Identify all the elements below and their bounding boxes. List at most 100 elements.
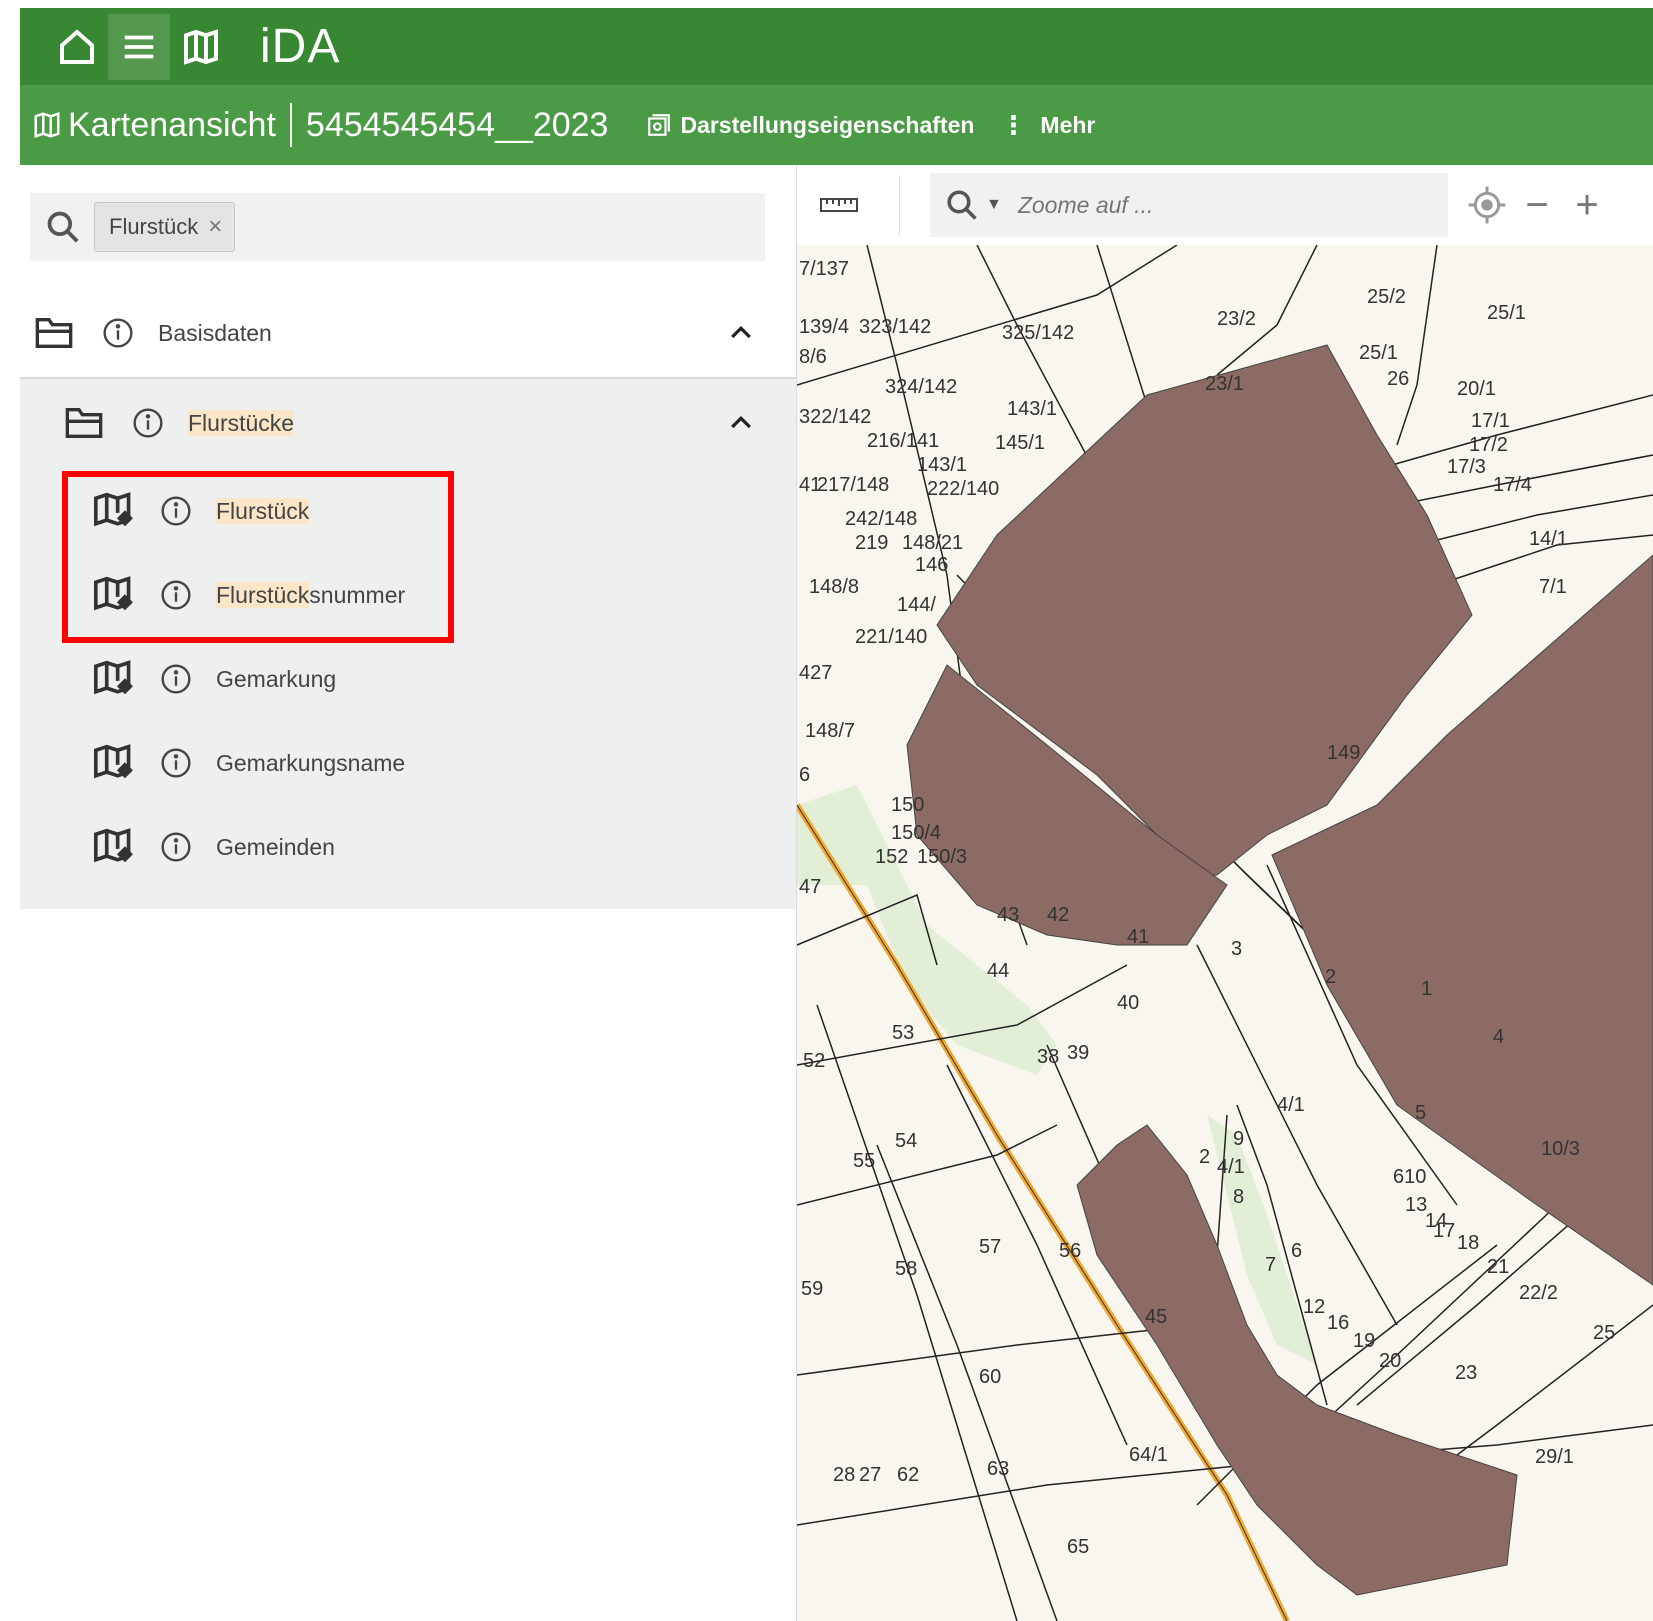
parcel-number-label: 6 <box>799 764 810 786</box>
menu-icon <box>124 35 154 58</box>
parcel-number-label: 16 <box>1327 1312 1349 1334</box>
folder-icon <box>34 316 74 350</box>
zoom-out-button[interactable]: − <box>1512 175 1562 235</box>
info-icon[interactable] <box>102 317 134 349</box>
display-properties-button[interactable]: Darstellungseigenschaften <box>646 112 974 139</box>
parcel-number-label: 219 <box>855 532 888 554</box>
parcel-number-label: 59 <box>801 1278 823 1300</box>
folder-icon <box>64 406 104 440</box>
parcel-number-label: 25/2 <box>1367 286 1406 308</box>
close-icon[interactable]: × <box>208 213 222 241</box>
locate-button[interactable] <box>1462 175 1512 235</box>
parcel-number-label: 6 <box>1291 1240 1302 1262</box>
parcel-number-label: 17/1 <box>1471 410 1510 432</box>
parcel-number-label: 7/137 <box>799 258 849 280</box>
ruler-icon <box>820 198 858 212</box>
map-layer-icon <box>92 827 136 867</box>
parcel-number-label: 25/1 <box>1359 342 1398 364</box>
more-button[interactable]: ⋮ Mehr <box>1000 110 1095 141</box>
tree-layer-item[interactable]: Gemarkungsname <box>20 719 796 807</box>
zoom-search[interactable]: ▼ <box>930 173 1448 237</box>
parcel-number-label: 41 <box>1127 926 1149 948</box>
parcel-number-label: 20/1 <box>1457 378 1496 400</box>
parcel-number-label: 28 <box>833 1464 855 1486</box>
zoom-in-button[interactable]: + <box>1562 175 1612 235</box>
parcel-number-label: 45 <box>1145 1306 1167 1328</box>
parcel-number-label: 29/1 <box>1535 1446 1574 1468</box>
tree-group-header[interactable]: Flurstücke <box>20 379 796 467</box>
parcel-number-label: 144/ <box>897 594 936 616</box>
parcel-number-label: 8 <box>1233 1186 1244 1208</box>
tree-layer-item[interactable]: Gemarkung <box>20 635 796 723</box>
map-view-breadcrumb[interactable]: Kartenansicht <box>32 106 276 145</box>
search-icon <box>947 190 977 220</box>
search-filter-chip[interactable]: Flurstück × <box>94 202 236 252</box>
parcel-number-label: 21 <box>1487 1256 1509 1278</box>
parcel-number-label: 57 <box>979 1236 1001 1258</box>
parcel-number-label: 216/141 <box>867 430 939 452</box>
divider <box>289 103 292 147</box>
parcel-number-label: 10/3 <box>1541 1138 1580 1160</box>
home-button[interactable] <box>46 14 108 80</box>
parcel-number-label: 55 <box>853 1150 875 1172</box>
divider <box>899 175 900 235</box>
tree-label: Flurstücke <box>188 409 295 436</box>
parcel-number-label: 150/3 <box>917 846 967 868</box>
parcel-number-label: 27 <box>859 1464 881 1486</box>
parcel-number-label: 221/140 <box>855 626 927 648</box>
layers-icon <box>648 114 671 136</box>
parcel-number-label: 63 <box>987 1458 1009 1480</box>
parcel-number-label: 148/8 <box>809 576 859 598</box>
more-dots-icon: ⋮ <box>1000 109 1027 140</box>
parcel-number-label: 4/1 <box>1277 1094 1305 1116</box>
map-button[interactable] <box>170 14 232 80</box>
zoom-search-input[interactable] <box>1015 190 1400 220</box>
chevron-up-icon[interactable] <box>726 317 756 347</box>
parcel-number-label: 20 <box>1379 1350 1401 1372</box>
parcel-number-label: 53 <box>892 1022 914 1044</box>
parcel-number-label: 4 <box>1493 1026 1504 1048</box>
chip-label: Flurstück <box>109 214 199 239</box>
parcel-number-label: 148/21 <box>902 532 963 554</box>
map-view[interactable]: ▼ − + <box>797 165 1653 1621</box>
parcel-number-label: 13 <box>1405 1194 1427 1216</box>
parcel-number-label: 152 <box>875 846 908 868</box>
parcel-number-label: 322/142 <box>799 406 871 428</box>
search-icon <box>47 211 79 243</box>
highlight-box <box>62 471 454 643</box>
info-icon[interactable] <box>160 747 192 779</box>
parcel-number-label: 43 <box>997 904 1019 926</box>
parcel-number-label: 54 <box>895 1130 917 1152</box>
app-header: iDA <box>20 8 1653 85</box>
project-name: 5454545454__2023 <box>305 105 609 144</box>
measure-button[interactable] <box>809 175 869 235</box>
menu-button[interactable] <box>108 13 170 80</box>
tree-layer-item[interactable]: Gemeinden <box>20 803 796 891</box>
chevron-up-icon[interactable] <box>726 407 756 437</box>
parcel-number-label: 44 <box>987 960 1009 982</box>
parcel-number-label: 9 <box>1233 1128 1244 1150</box>
parcel-number-label: 324/142 <box>885 376 957 398</box>
parcel-number-label: 143/1 <box>1007 398 1057 420</box>
map-canvas[interactable]: 7/137139/4 323/142 325/14223/225/225/18/63… <box>797 245 1653 1621</box>
display-properties-label: Darstellungseigenschaften <box>680 111 975 138</box>
minus-icon: − <box>1525 182 1549 227</box>
plus-icon: + <box>1575 182 1599 227</box>
parcel-number-label: 222/140 <box>927 478 999 500</box>
parcel-number-label: 7 <box>1265 1254 1276 1276</box>
view-toolbar: Kartenansicht 5454545454__2023 Darstellu… <box>20 85 1653 165</box>
chevron-down-icon[interactable]: ▼ <box>986 196 1002 214</box>
layer-search[interactable]: Flurstück × <box>30 193 765 261</box>
info-icon[interactable] <box>160 831 192 863</box>
app-title: iDA <box>260 20 341 73</box>
parcel-number-label: 145/1 <box>995 432 1045 454</box>
info-icon[interactable] <box>160 663 192 695</box>
tree-group-basisdaten[interactable]: Basisdaten <box>20 289 796 379</box>
parcel-number-label: 64/1 <box>1129 1444 1168 1466</box>
parcel-number-label: 242/148 <box>845 508 917 530</box>
tree-label: Gemarkungsname <box>216 749 406 776</box>
info-icon[interactable] <box>132 407 164 439</box>
parcel-number-label: 610 <box>1393 1166 1426 1188</box>
parcel-number-label: 5 <box>1415 1102 1426 1124</box>
map-toolbar: ▼ − + <box>797 165 1653 246</box>
